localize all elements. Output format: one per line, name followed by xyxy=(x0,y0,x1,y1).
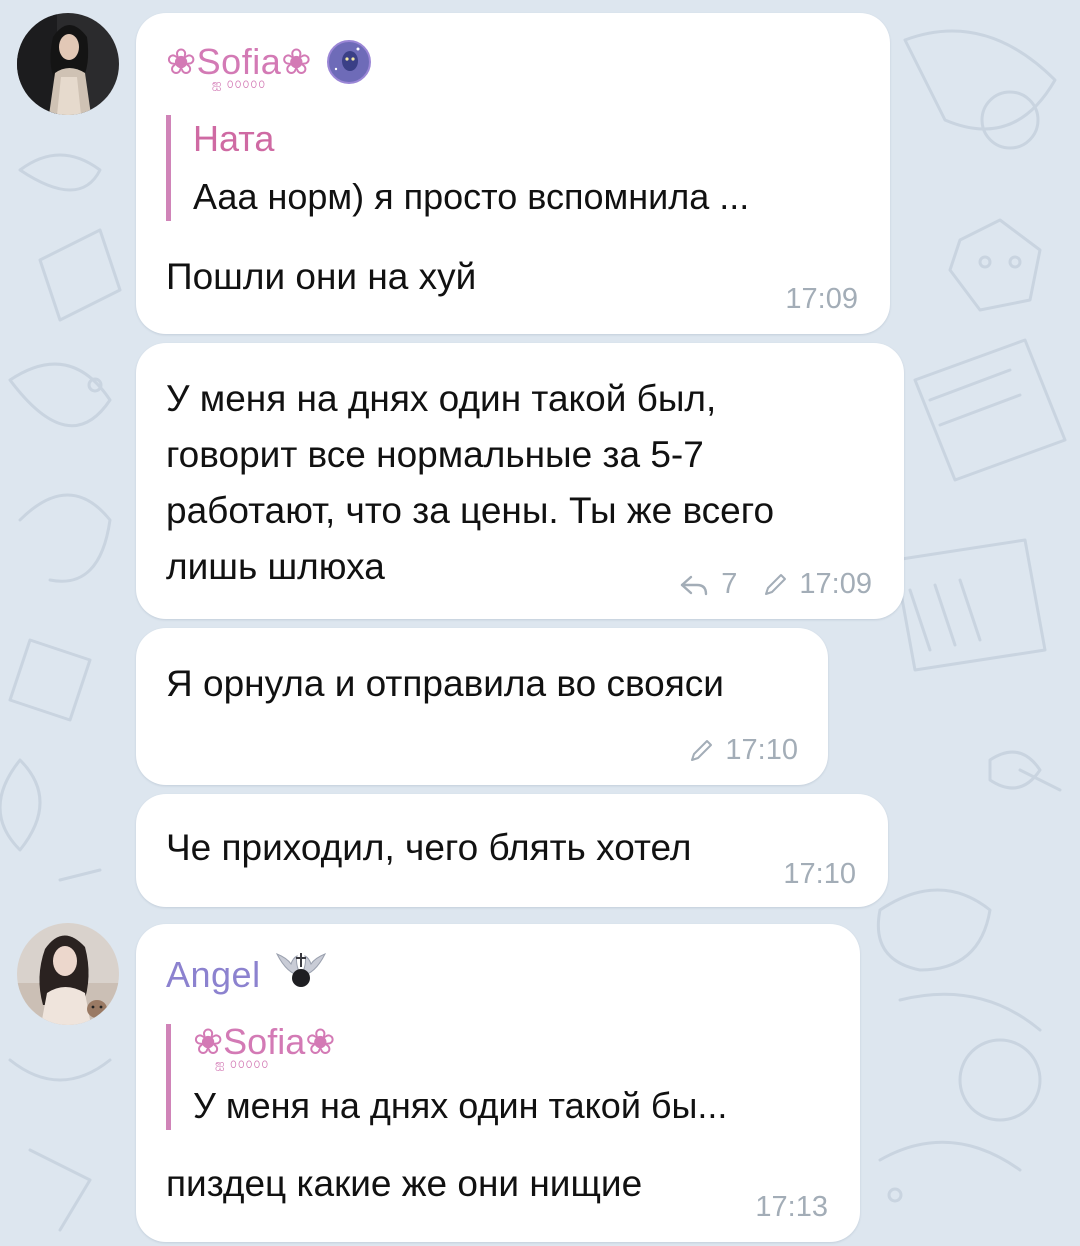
reply-arrow-icon[interactable] xyxy=(679,574,709,596)
message-text: пиздец какие же они нищие xyxy=(166,1163,643,1204)
message-time: 17:09 xyxy=(785,283,858,315)
message-bubble[interactable]: Я орнула и отправила во свояси 17:10 xyxy=(136,628,828,785)
winged-cross-icon xyxy=(275,950,327,999)
pencil-icon xyxy=(689,739,713,763)
message-time: 17:13 xyxy=(755,1191,828,1223)
message-text: Я орнула и отправила во свояси xyxy=(166,663,724,704)
avatar-angel[interactable] xyxy=(17,923,119,1025)
moon-face-icon xyxy=(326,39,372,94)
message-time: 17:10 xyxy=(725,734,798,766)
avatar-sofia[interactable] xyxy=(17,13,119,115)
reply-sender-name-sub: ஐ ௦௦௦௦௦ xyxy=(215,1057,270,1071)
reply-text: Ааа норм) я просто вспомнила ... xyxy=(193,176,750,217)
message-bubble[interactable]: ❀Sofia❀ ஐ ௦௦௦௦௦ Ната Ааа норм) я просто … xyxy=(136,13,890,334)
replies-count[interactable]: 7 xyxy=(721,568,737,601)
message-text: Че приходил, чего блять хотел xyxy=(166,827,692,868)
sender-name[interactable]: Angel xyxy=(166,950,327,999)
message-bubble[interactable]: Angel ❀Sofia❀ ஐ ௦௦௦௦௦ У меня на днях оди… xyxy=(136,924,860,1242)
sender-name-sub: ஐ ௦௦௦௦௦ xyxy=(211,76,267,91)
message-bubble[interactable]: Че приходил, чего блять хотел 17:10 xyxy=(136,794,888,907)
pencil-icon xyxy=(763,573,787,597)
message-time: 17:10 xyxy=(783,858,856,890)
message-meta: 7 17:09 xyxy=(679,568,872,601)
reply-sender-name: Ната xyxy=(193,118,275,159)
message-meta: 17:09 xyxy=(785,283,858,316)
reply-sender-name-text: ❀Sofia❀ xyxy=(193,1021,336,1062)
sender-name-text: ❀Sofia❀ xyxy=(166,40,312,82)
message-meta: 17:10 xyxy=(783,858,856,891)
sender-name-text: Angel xyxy=(166,953,261,995)
message-time: 17:09 xyxy=(799,568,872,600)
reply-sender-name: ❀Sofia❀ ஐ ௦௦௦௦௦ xyxy=(193,1024,727,1072)
message-text: У меня на днях один такой был, говорит в… xyxy=(166,378,775,587)
reply-quote[interactable]: ❀Sofia❀ ஐ ௦௦௦௦௦ У меня на днях один тако… xyxy=(166,1024,727,1130)
message-text: Пошли они на хуй xyxy=(166,256,477,297)
sender-name[interactable]: ❀Sofia❀ ஐ ௦௦௦௦௦ xyxy=(166,39,372,94)
message-meta: 17:13 xyxy=(755,1191,828,1224)
message-bubble[interactable]: У меня на днях один такой был, говорит в… xyxy=(136,343,904,619)
reply-text: У меня на днях один такой бы... xyxy=(193,1085,728,1126)
reply-quote[interactable]: Ната Ааа норм) я просто вспомнила ... xyxy=(166,115,749,221)
message-meta: 17:10 xyxy=(689,734,798,767)
